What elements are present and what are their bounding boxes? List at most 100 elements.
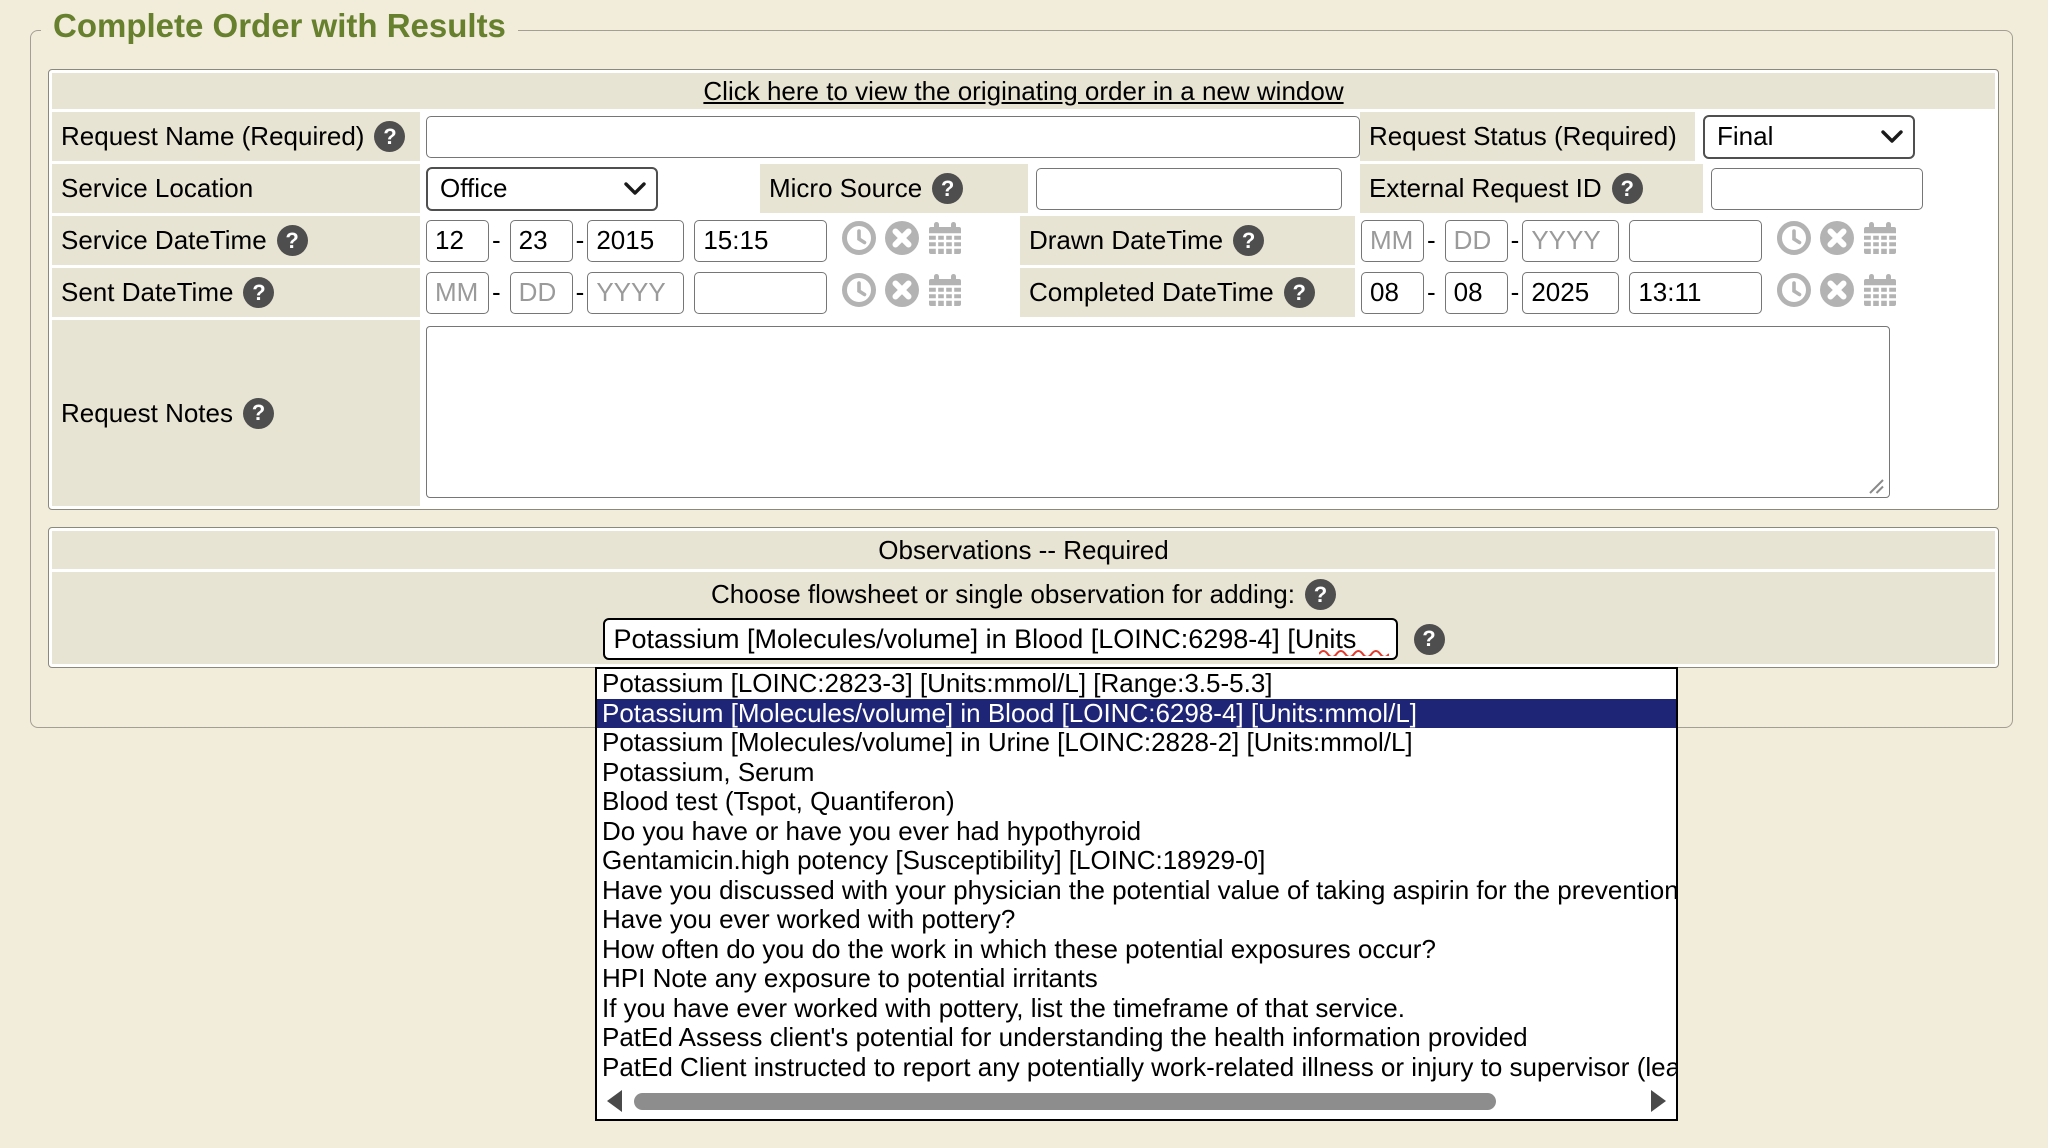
request-notes-label-cell: Request Notes ? [52,320,420,506]
dropdown-option[interactable]: Potassium, Serum [597,758,1676,788]
request-name-row: Request Name (Required) ? Request Status… [52,112,1995,161]
drawn-datetime-label: Drawn DateTime [1029,225,1223,256]
service-datetime-row: Service DateTime ? - - Drawn DateTime [52,216,1995,265]
observation-dropdown: Potassium [LOINC:2823-3] [Units:mmol/L] … [595,667,1678,1121]
help-icon[interactable]: ? [1612,173,1643,204]
drawn-day-input[interactable] [1445,220,1508,262]
help-icon[interactable]: ? [1414,624,1445,655]
help-icon[interactable]: ? [1233,225,1264,256]
chevron-down-icon [1881,130,1903,144]
help-icon[interactable]: ? [374,121,405,152]
external-request-id-input-cell [1703,164,1995,213]
request-name-input-cell [420,112,1360,161]
service-year-input[interactable] [587,220,684,262]
observation-search-line: ? [603,618,1445,660]
clear-date-icon[interactable] [884,220,920,261]
help-icon[interactable]: ? [1305,579,1336,610]
sent-year-input[interactable] [587,272,684,314]
calendar-icon[interactable] [1862,220,1898,261]
drawn-datetime-cell: - - [1355,216,1995,265]
service-time-input[interactable] [694,220,827,262]
request-notes-wrap [426,326,1890,503]
calendar-icon[interactable] [1862,272,1898,313]
micro-source-input[interactable] [1036,168,1342,210]
choose-observation-line: Choose flowsheet or single observation f… [711,579,1336,610]
scrollbar-thumb[interactable] [634,1093,1496,1110]
completed-day-input[interactable] [1445,272,1508,314]
dropdown-option[interactable]: Potassium [Molecules/volume] in Urine [L… [597,728,1676,758]
drawn-time-input[interactable] [1629,220,1762,262]
dropdown-option[interactable]: Potassium [LOINC:2823-3] [Units:mmol/L] … [597,669,1676,699]
dropdown-option[interactable]: HPI Note any exposure to potential irrit… [597,964,1676,994]
request-notes-cell [420,320,1995,506]
sent-time-input[interactable] [694,272,827,314]
observation-search-input[interactable] [603,618,1398,660]
service-datetime-cell: - - [420,216,1020,265]
page-title: Complete Order with Results [41,7,518,45]
service-location-select[interactable]: Office [426,167,658,211]
external-request-id-input[interactable] [1711,168,1923,210]
help-icon[interactable]: ? [243,277,274,308]
completed-time-input[interactable] [1629,272,1762,314]
clock-icon[interactable] [1776,272,1812,313]
page: Complete Order with Results Click here t… [0,0,2048,1148]
request-status-select[interactable]: Final [1703,115,1915,159]
help-icon[interactable]: ? [1284,277,1315,308]
clear-date-icon[interactable] [884,272,920,313]
dropdown-option[interactable]: Blood test (Tspot, Quantiferon) [597,787,1676,817]
spellcheck-squiggle [1319,648,1389,656]
sent-datetime-label-cell: Sent DateTime ? [52,268,420,317]
service-datetime-label-cell: Service DateTime ? [52,216,420,265]
request-notes-row: Request Notes ? [52,320,1995,506]
clock-icon[interactable] [1776,220,1812,261]
calendar-icon[interactable] [927,272,963,313]
completed-year-input[interactable] [1522,272,1619,314]
sent-day-input[interactable] [510,272,573,314]
sent-month-input[interactable] [426,272,489,314]
dropdown-option[interactable]: PatEd Client instructed to report any po… [597,1053,1676,1083]
service-location-value: Office [440,173,507,204]
service-month-input[interactable] [426,220,489,262]
request-notes-textarea[interactable] [426,326,1890,498]
help-icon[interactable]: ? [243,398,274,429]
completed-datetime-label: Completed DateTime [1029,277,1274,308]
dropdown-option[interactable]: How often do you do the work in which th… [597,935,1676,965]
horizontal-scrollbar[interactable] [597,1087,1676,1119]
choose-observation-label: Choose flowsheet or single observation f… [711,579,1295,610]
service-day-input[interactable] [510,220,573,262]
drawn-year-input[interactable] [1522,220,1619,262]
scroll-left-icon[interactable] [607,1090,622,1112]
clear-date-icon[interactable] [1819,272,1855,313]
help-icon[interactable]: ? [932,173,963,204]
complete-order-fieldset: Complete Order with Results Click here t… [30,30,2013,728]
scroll-right-icon[interactable] [1651,1090,1666,1112]
date-separator: - [1511,225,1520,256]
dropdown-option[interactable]: Gentamicin.high potency [Susceptibility]… [597,846,1676,876]
request-name-input[interactable] [426,116,1360,158]
observations-header-row: Observations -- Required [52,531,1995,569]
drawn-month-input[interactable] [1361,220,1424,262]
completed-month-input[interactable] [1361,272,1424,314]
clock-icon[interactable] [841,272,877,313]
dropdown-option[interactable]: If you have ever worked with pottery, li… [597,994,1676,1024]
completed-datetime-label-cell: Completed DateTime ? [1020,268,1355,317]
help-icon[interactable]: ? [277,225,308,256]
originating-order-link[interactable]: Click here to view the originating order… [703,76,1343,107]
dropdown-option[interactable]: Do you have or have you ever had hypothy… [597,817,1676,847]
originating-order-linkbar: Click here to view the originating order… [52,73,1995,109]
clock-icon[interactable] [841,220,877,261]
dropdown-option[interactable]: Have you ever worked with pottery? [597,905,1676,935]
service-datetime-label: Service DateTime [61,225,267,256]
sent-datetime-label: Sent DateTime [61,277,233,308]
dropdown-option[interactable]: Potassium [Molecules/volume] in Blood [L… [597,699,1676,729]
request-status-cell: Final [1695,112,1995,161]
request-status-label-cell: Request Status (Required) [1360,112,1695,161]
date-separator: - [1427,277,1436,308]
dropdown-option[interactable]: PatEd Assess client's potential for unde… [597,1023,1676,1053]
observation-search-wrap [603,618,1398,660]
calendar-icon[interactable] [927,220,963,261]
dropdown-option[interactable]: Have you discussed with your physician t… [597,876,1676,906]
clear-date-icon[interactable] [1819,220,1855,261]
observations-body: Choose flowsheet or single observation f… [52,572,1995,664]
request-notes-label: Request Notes [61,398,233,429]
